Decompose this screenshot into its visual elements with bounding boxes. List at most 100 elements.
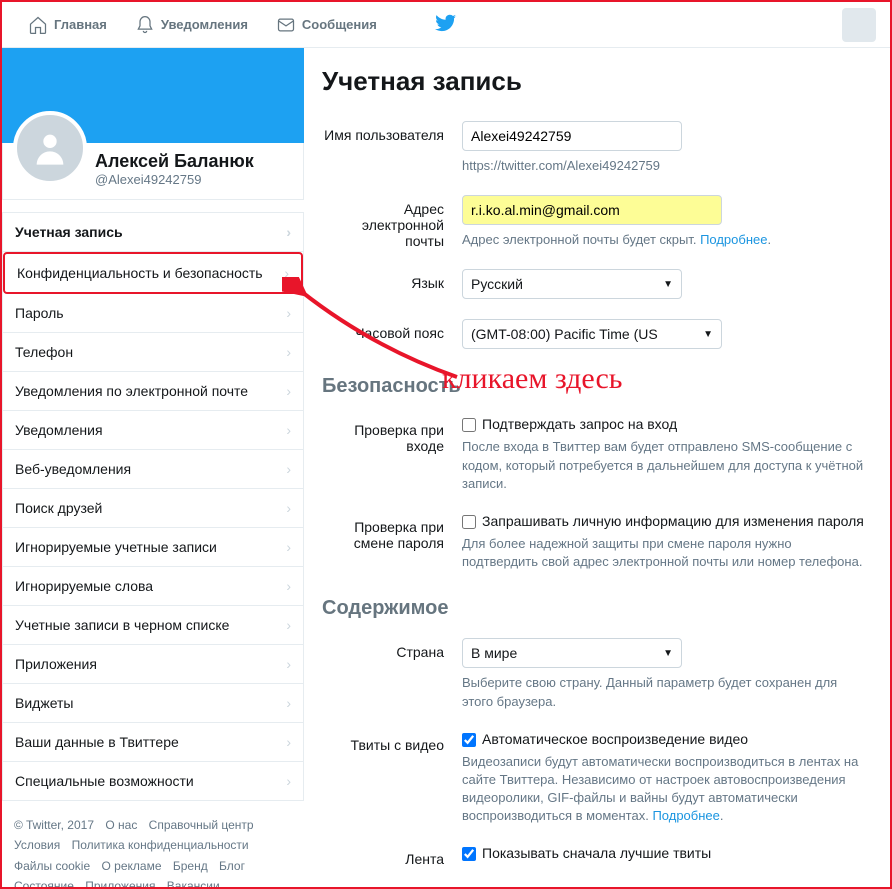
nav-notifications[interactable]: Уведомления [121,2,262,47]
sidebar-item-apps[interactable]: Приложения › [3,645,303,684]
sidebar-item-label: Игнорируемые учетные записи [15,539,217,555]
page-title: Учетная запись [322,66,890,97]
sidebar-item-phone[interactable]: Телефон › [3,333,303,372]
sidebar-item-email-notif[interactable]: Уведомления по электронной почте › [3,372,303,411]
email-help: Адрес электронной почты будет скрыт. Под… [462,231,890,249]
sidebar-item-label: Телефон [15,344,73,360]
chevron-right-icon: › [286,734,291,750]
chevron-right-icon: › [286,344,291,360]
caret-down-icon: ▼ [663,279,673,290]
sidebar-item-password[interactable]: Пароль › [3,294,303,333]
sidebar-item-widgets[interactable]: Виджеты › [3,684,303,723]
sidebar-item-muted-words[interactable]: Игнорируемые слова › [3,567,303,606]
email-input[interactable] [462,195,722,225]
video-autoplay-checkbox[interactable] [462,733,476,747]
nav-home[interactable]: Главная [14,2,121,47]
profile-name[interactable]: Алексей Баланюк [95,151,254,172]
sidebar-item-label: Учетная запись [15,224,123,240]
footer-link[interactable]: Файлы cookie [14,859,90,873]
login-verify-checkbox[interactable] [462,418,476,432]
profile-handle[interactable]: @Alexei49242759 [95,172,254,187]
pw-verify-checkbox[interactable] [462,515,476,529]
username-url: https://twitter.com/Alexei49242759 [462,157,890,175]
envelope-icon [276,15,296,35]
bell-icon [135,15,155,35]
sidebar-item-muted-accounts[interactable]: Игнорируемые учетные записи › [3,528,303,567]
footer-link[interactable]: О рекламе [102,859,162,873]
sidebar-item-account[interactable]: Учетная запись› [3,212,303,252]
video-autoplay-text: Автоматическое воспроизведение видео [482,731,748,747]
person-icon [30,128,70,168]
timezone-select[interactable]: (GMT-08:00) Pacific Time (US▼ [462,319,722,349]
sidebar-item-privacy[interactable]: Конфиденциальность и безопасность› [3,252,303,294]
footer-links: © Twitter, 2017 О нас Справочный центр У… [2,801,304,889]
footer-link[interactable]: Условия [14,838,60,852]
sidebar-item-label: Виджеты [15,695,74,711]
video-label: Твиты с видео [322,731,462,826]
chevron-right-icon: › [286,773,291,789]
country-select[interactable]: В мире▼ [462,638,682,668]
settings-sidebar: Учетная запись› Конфиденциальность и без… [2,212,304,801]
video-more-link[interactable]: Подробнее [652,808,719,823]
sidebar-item-your-data[interactable]: Ваши данные в Твиттере› [3,723,303,762]
sidebar-item-accessibility[interactable]: Специальные возможности › [3,762,303,801]
pw-verify-text: Запрашивать личную информацию для измене… [482,513,864,529]
footer-link[interactable]: Вакансии [167,879,220,889]
sidebar-item-blocked[interactable]: Учетные записи в черном списке› [3,606,303,645]
login-verify-text: Подтверждать запрос на вход [482,416,677,432]
chevron-right-icon: › [284,265,289,281]
chevron-right-icon: › [286,500,291,516]
chevron-right-icon: › [286,305,291,321]
chevron-right-icon: › [286,422,291,438]
chevron-right-icon: › [286,539,291,555]
twitter-logo[interactable] [435,12,457,37]
nav-notifications-label: Уведомления [161,17,248,32]
sidebar-item-label: Пароль [15,305,64,321]
footer-link[interactable]: Блог [219,859,245,873]
sidebar-item-notif[interactable]: Уведомления › [3,411,303,450]
email-label: Адрес электронной почты [322,195,462,249]
sidebar-item-label: Уведомления по электронной почте [15,383,248,399]
top-nav: Главная Уведомления Сообщения [2,2,890,48]
pw-verify-help: Для более надежной защиты при смене паро… [462,535,890,571]
home-icon [28,15,48,35]
chevron-right-icon: › [286,656,291,672]
feed-label: Лента [322,845,462,867]
footer-link[interactable]: Справочный центр [149,818,254,832]
sidebar-item-find-friends[interactable]: Поиск друзей › [3,489,303,528]
profile-avatar[interactable] [13,111,87,185]
chevron-right-icon: › [286,617,291,633]
chevron-right-icon: › [286,578,291,594]
country-label: Страна [322,638,462,710]
video-help: Видеозаписи будут автоматически воспроиз… [462,753,890,826]
sidebar-item-label: Поиск друзей [15,500,102,516]
footer-link[interactable]: Приложения [85,879,155,889]
sidebar-item-label: Уведомления [15,422,103,438]
email-more-link[interactable]: Подробнее [700,232,767,247]
sidebar-item-label: Веб-уведомления [15,461,131,477]
sidebar-item-label: Приложения [15,656,97,672]
language-select[interactable]: Русский▼ [462,269,682,299]
footer-copyright: © Twitter, 2017 [14,818,94,832]
timezone-label: Часовой пояс [322,319,462,349]
content-heading: Содержимое [322,597,890,620]
country-help: Выберите свою страну. Данный параметр бу… [462,674,890,710]
footer-link[interactable]: Состояние [14,879,74,889]
username-input[interactable] [462,121,682,151]
sidebar-item-label: Игнорируемые слова [15,578,153,594]
username-label: Имя пользователя [322,121,462,175]
user-avatar-mini[interactable] [842,8,876,42]
footer-link[interactable]: Бренд [173,859,208,873]
login-verify-help: После входа в Твиттер вам будет отправле… [462,438,890,493]
nav-messages[interactable]: Сообщения [262,2,391,47]
footer-link[interactable]: Политика конфиденциальности [72,838,249,852]
chevron-right-icon: › [286,383,291,399]
feed-best-checkbox[interactable] [462,847,476,861]
footer-link[interactable]: О нас [105,818,137,832]
nav-messages-label: Сообщения [302,17,377,32]
sidebar-item-web-notif[interactable]: Веб-уведомления› [3,450,303,489]
sidebar-item-label: Специальные возможности [15,773,194,789]
chevron-right-icon: › [286,695,291,711]
feed-best-text: Показывать сначала лучшие твиты [482,845,711,861]
language-label: Язык [322,269,462,299]
